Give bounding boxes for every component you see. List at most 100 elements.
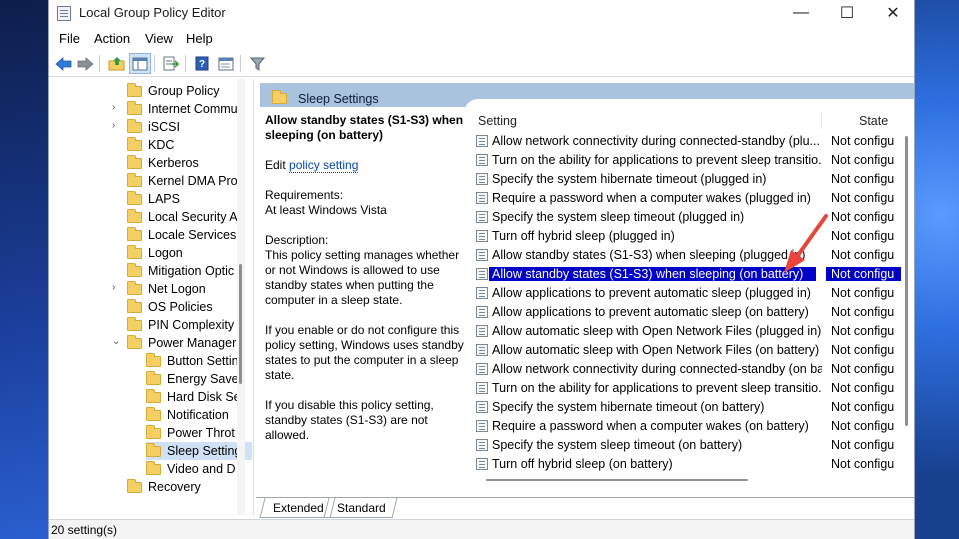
- policy-setting-icon: [476, 325, 488, 337]
- setting-name: Turn on the ability for applications to …: [492, 153, 822, 167]
- setting-state: Not configu: [831, 134, 895, 148]
- setting-name: Allow standby states (S1-S3) when sleepi…: [492, 248, 806, 262]
- tree-item[interactable]: Kernel DMA Pro: [127, 172, 252, 190]
- export-list-button[interactable]: [160, 53, 182, 74]
- setting-row[interactable]: Specify the system sleep timeout (plugge…: [474, 208, 896, 227]
- tree-item[interactable]: Mitigation Optic: [127, 262, 252, 280]
- setting-row[interactable]: Turn on the ability for applications to …: [474, 151, 896, 170]
- setting-row[interactable]: Allow standby states (S1-S3) when sleepi…: [474, 265, 901, 284]
- description-paragraph-2: If you enable or do not configure this p…: [265, 323, 464, 382]
- setting-row[interactable]: Turn off hybrid sleep (on battery) Not co…: [474, 455, 896, 474]
- back-button[interactable]: [52, 53, 74, 74]
- title-bar[interactable]: Local Group Policy Editor — ☐ ✕: [49, 0, 914, 26]
- expand-chevron-icon[interactable]: ›: [112, 282, 122, 293]
- tab-standard[interactable]: Standard: [323, 498, 398, 518]
- setting-row[interactable]: Turn on the ability for applications to …: [474, 379, 896, 398]
- tree-item[interactable]: Group Policy: [127, 82, 252, 100]
- desktop-background-left: [0, 0, 48, 539]
- setting-row[interactable]: Allow standby states (S1-S3) when sleepi…: [474, 246, 896, 265]
- setting-row[interactable]: Allow automatic sleep with Open Network …: [474, 322, 896, 341]
- maximize-button[interactable]: ☐: [824, 0, 870, 26]
- setting-name: Require a password when a computer wakes…: [492, 419, 809, 433]
- tree-item[interactable]: Logon: [127, 244, 252, 262]
- column-divider[interactable]: [821, 113, 822, 129]
- folder-icon: [127, 298, 142, 313]
- settings-horizontal-scrollbar[interactable]: [486, 476, 906, 483]
- tree-item[interactable]: › Net Logon: [112, 280, 252, 298]
- menu-action[interactable]: Action: [94, 31, 130, 46]
- tree-item[interactable]: › iSCSI: [112, 118, 252, 136]
- help-button[interactable]: ?: [191, 53, 213, 74]
- policy-setting-icon: [476, 439, 488, 451]
- collapse-chevron-icon[interactable]: ⌄: [112, 336, 122, 347]
- show-hide-tree-button[interactable]: [129, 53, 151, 74]
- description-block: Description: This policy setting manages…: [265, 233, 465, 308]
- setting-row[interactable]: Require a password when a computer wakes…: [474, 189, 896, 208]
- tree-item-label: Internet Commu: [148, 102, 238, 116]
- setting-row[interactable]: Allow applications to prevent automatic …: [474, 284, 896, 303]
- tree-item-label: Power Manager: [148, 336, 237, 350]
- filter-icon: [249, 57, 265, 71]
- column-header-state[interactable]: State: [859, 114, 888, 128]
- setting-name: Allow network connectivity during connec…: [492, 134, 820, 148]
- tree-item-label: Energy Saver: [167, 372, 243, 386]
- tree-item-label: Group Policy: [148, 84, 220, 98]
- setting-row[interactable]: Specify the system hibernate timeout (on…: [474, 398, 896, 417]
- close-button[interactable]: ✕: [870, 0, 914, 26]
- setting-name: Turn on the ability for applications to …: [492, 381, 822, 395]
- tree-item-label: Logon: [148, 246, 183, 260]
- tree-item-label: Local Security A: [148, 210, 238, 224]
- tree-item-label: Mitigation Optic: [148, 264, 235, 278]
- tree-scrollbar-thumb[interactable]: [239, 264, 242, 384]
- setting-row[interactable]: Specify the system sleep timeout (on bat…: [474, 436, 896, 455]
- setting-name: Allow automatic sleep with Open Network …: [492, 324, 822, 338]
- tree-item[interactable]: LAPS: [127, 190, 252, 208]
- edit-policy-link[interactable]: policy setting: [289, 158, 359, 173]
- expand-chevron-icon[interactable]: ›: [112, 120, 122, 131]
- setting-row[interactable]: Allow applications to prevent automatic …: [474, 303, 896, 322]
- menu-file[interactable]: File: [59, 31, 80, 46]
- properties-button[interactable]: [215, 53, 237, 74]
- tree-item[interactable]: ⌄ Power Manager: [112, 334, 252, 352]
- tree-item[interactable]: Recovery: [127, 478, 252, 496]
- gpedit-app-icon: [57, 6, 71, 21]
- setting-row[interactable]: Allow network connectivity during connec…: [474, 360, 896, 379]
- forward-button[interactable]: [74, 53, 96, 74]
- tree-item[interactable]: PIN Complexity: [127, 316, 252, 334]
- tree-item[interactable]: KDC: [127, 136, 252, 154]
- tree-item-label: Button Settin: [167, 354, 239, 368]
- setting-row[interactable]: Allow automatic sleep with Open Network …: [474, 341, 896, 360]
- navigation-tree[interactable]: Group Policy › Internet Commu › iSCSI KDC Kerb…: [49, 79, 254, 515]
- up-folder-button[interactable]: [105, 53, 127, 74]
- expand-chevron-icon[interactable]: ›: [112, 102, 122, 113]
- setting-row[interactable]: Turn off hybrid sleep (plugged in) Not co…: [474, 227, 896, 246]
- folder-icon: [127, 334, 142, 349]
- setting-name: Require a password when a computer wakes…: [492, 191, 811, 205]
- policy-setting-icon: [476, 211, 488, 223]
- setting-name: Allow applications to prevent automatic …: [492, 305, 809, 319]
- setting-name: Allow network connectivity during connec…: [492, 362, 822, 376]
- setting-row[interactable]: Allow network connectivity during connec…: [474, 132, 896, 151]
- minimize-button[interactable]: —: [778, 0, 824, 26]
- tree-item[interactable]: Local Security A: [127, 208, 252, 226]
- edit-line: Edit policy setting: [265, 158, 465, 173]
- folder-icon: [127, 226, 142, 241]
- tree-item[interactable]: Locale Services: [127, 226, 252, 244]
- menu-view[interactable]: View: [145, 31, 173, 46]
- setting-name: Allow applications to prevent automatic …: [492, 286, 811, 300]
- setting-row[interactable]: Require a password when a computer wakes…: [474, 417, 896, 436]
- tree-item[interactable]: Kerberos: [127, 154, 252, 172]
- tree-item-label: PIN Complexity: [148, 318, 235, 332]
- settings-scrollbar-thumb[interactable]: [905, 136, 908, 426]
- menu-help[interactable]: Help: [186, 31, 213, 46]
- column-header-setting[interactable]: Setting: [478, 114, 517, 128]
- tree-item-label: Kerberos: [148, 156, 199, 170]
- settings-scrollbar[interactable]: [902, 131, 910, 509]
- requirements-block: Requirements: At least Windows Vista: [265, 188, 465, 218]
- tree-scrollbar[interactable]: [237, 79, 245, 515]
- filter-button[interactable]: [246, 53, 268, 74]
- tree-item[interactable]: › Internet Commu: [112, 100, 252, 118]
- setting-row[interactable]: Specify the system hibernate timeout (pl…: [474, 170, 896, 189]
- tree-item[interactable]: OS Policies: [127, 298, 252, 316]
- settings-horizontal-thumb[interactable]: [486, 479, 748, 481]
